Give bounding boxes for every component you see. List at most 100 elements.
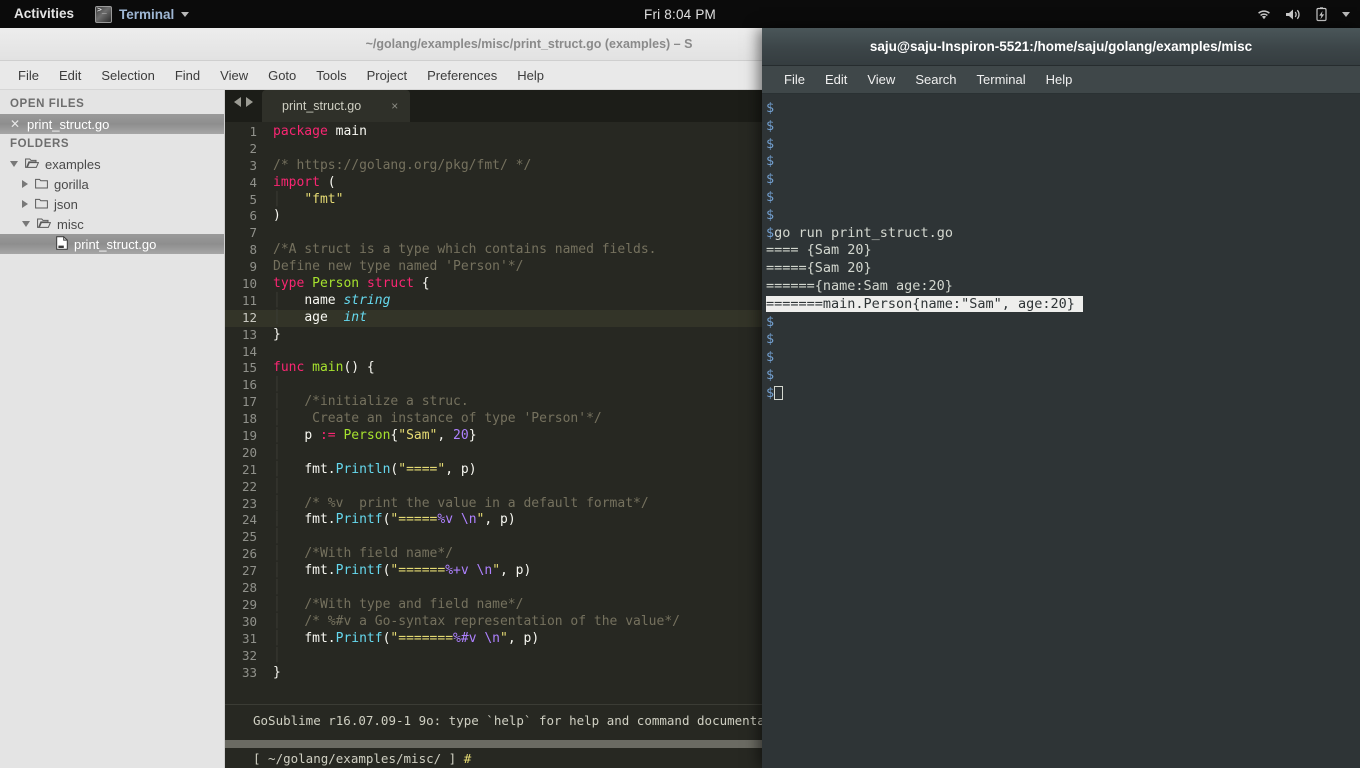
code-text: ) <box>273 208 281 224</box>
gnome-top-bar: Activities Terminal Fri 8:04 PM <box>0 0 1360 28</box>
code-text: │ /*initialize a struc. <box>273 394 469 410</box>
open-file-item[interactable]: ✕ print_struct.go <box>0 114 224 134</box>
code-text: │ /* %#v a Go-syntax representation of t… <box>273 613 680 629</box>
line-number: 4 <box>249 174 257 190</box>
terminal-line: $ <box>764 367 1360 385</box>
sidebar-folder-gorilla[interactable]: gorilla <box>0 174 224 194</box>
tab-label: print_struct.go <box>282 99 362 113</box>
terminal-prompt: $ <box>766 331 775 348</box>
chevron-left-icon[interactable] <box>234 96 241 107</box>
code-text: Define new type named 'Person'*/ <box>273 259 524 275</box>
terminal-text: ======{name:Sam age:20} <box>766 277 953 294</box>
menu-preferences[interactable]: Preferences <box>417 66 507 85</box>
line-number: 7 <box>249 225 257 241</box>
line-number: 3 <box>249 157 257 173</box>
menu-edit[interactable]: Edit <box>49 66 91 85</box>
terminal-menu-view[interactable]: View <box>857 70 905 89</box>
chevron-down-icon[interactable] <box>22 221 30 227</box>
code-text: type Person struct { <box>273 276 430 292</box>
sidebar-file-print-struct-go[interactable]: print_struct.go <box>0 234 224 254</box>
terminal-line: $ <box>764 136 1360 154</box>
terminal-window-title: saju@saju-Inspiron-5521:/home/saju/golan… <box>869 39 1253 54</box>
line-number: 33 <box>241 664 257 680</box>
terminal-menu-file[interactable]: File <box>774 70 815 89</box>
folder-label: gorilla <box>54 176 89 192</box>
menu-project[interactable]: Project <box>357 66 417 85</box>
console-prompt-path: [ ~/golang/examples/misc/ ] <box>253 751 464 766</box>
sidebar: OPEN FILES ✕ print_struct.go FOLDERS exa… <box>0 90 225 768</box>
terminal-menu-help[interactable]: Help <box>1036 70 1083 89</box>
terminal-cursor <box>774 385 784 400</box>
terminal-menu-edit[interactable]: Edit <box>815 70 857 89</box>
menu-view[interactable]: View <box>210 66 258 85</box>
open-files-header: OPEN FILES <box>10 98 85 110</box>
folder-icon <box>35 177 48 192</box>
wifi-icon <box>1256 8 1272 21</box>
chevron-right-icon[interactable] <box>246 96 253 107</box>
file-label: print_struct.go <box>74 236 157 252</box>
menu-selection[interactable]: Selection <box>91 66 164 85</box>
menu-tools[interactable]: Tools <box>306 66 356 85</box>
terminal-line: ======{name:Sam age:20} <box>764 278 1360 296</box>
code-text: │ <box>273 647 281 663</box>
close-icon[interactable]: ✕ <box>10 117 21 131</box>
sidebar-folder-json[interactable]: json <box>0 194 224 214</box>
folders-header: FOLDERS <box>10 138 70 150</box>
tab-print-struct-go[interactable]: print_struct.go × <box>262 90 411 122</box>
line-number: 10 <box>241 276 257 292</box>
code-text: │ p := Person{"Sam", 20} <box>273 428 477 444</box>
tab-scroll-arrows[interactable] <box>225 90 262 122</box>
terminal-menu-search[interactable]: Search <box>905 70 966 89</box>
line-number: 13 <box>241 326 257 342</box>
gnome-terminal-window: saju@saju-Inspiron-5521:/home/saju/golan… <box>762 28 1360 768</box>
chevron-down-icon[interactable] <box>10 161 18 167</box>
line-number: 11 <box>241 292 257 308</box>
terminal-titlebar: saju@saju-Inspiron-5521:/home/saju/golan… <box>762 28 1360 66</box>
line-number: 29 <box>241 596 257 612</box>
code-text: func main() { <box>273 360 375 376</box>
line-number: 28 <box>241 580 257 596</box>
terminal-menubar: File Edit View Search Terminal Help <box>762 66 1360 94</box>
code-text: /*A struct is a type which contains name… <box>273 242 657 258</box>
chevron-right-icon[interactable] <box>22 200 28 208</box>
terminal-line: ====={Sam 20} <box>764 260 1360 278</box>
menu-file[interactable]: File <box>8 66 49 85</box>
line-number: 32 <box>241 647 257 663</box>
sidebar-folder-misc[interactable]: misc <box>0 214 224 234</box>
code-text: │ <box>273 580 281 596</box>
terminal-selected-text: =======main.Person{name:"Sam", age:20} <box>766 295 1083 312</box>
tray-chevron-down-icon[interactable] <box>1342 11 1350 17</box>
folder-label: examples <box>45 156 101 172</box>
code-text: │ /*With type and field name*/ <box>273 596 524 612</box>
terminal-menu-terminal[interactable]: Terminal <box>967 70 1036 89</box>
terminal-line: $ <box>764 385 1360 403</box>
terminal-prompt: $ <box>766 349 775 366</box>
screen: Activities Terminal Fri 8:04 PM <box>0 0 1360 768</box>
code-text: │ "fmt" <box>273 191 344 207</box>
close-icon[interactable]: × <box>391 99 398 113</box>
menu-goto[interactable]: Goto <box>258 66 306 85</box>
line-number: 26 <box>241 546 257 562</box>
sidebar-folder-examples[interactable]: examples <box>0 154 224 174</box>
terminal-prompt: $ <box>766 206 775 223</box>
terminal-prompt: $ <box>766 384 775 401</box>
terminal-output[interactable]: $ $ $ $ $ $ $ $go run print_struct.go ==== {Sam … <box>762 94 1360 768</box>
line-number: 1 <box>249 124 257 139</box>
folder-open-icon <box>25 157 40 172</box>
code-text: } <box>273 326 281 342</box>
terminal-line: $go run print_struct.go <box>764 225 1360 243</box>
clock[interactable]: Fri 8:04 PM <box>0 7 1360 22</box>
terminal-prompt: $ <box>766 366 775 383</box>
line-number: 22 <box>241 478 257 494</box>
terminal-line: $ <box>764 118 1360 136</box>
chevron-right-icon[interactable] <box>22 180 28 188</box>
menu-help[interactable]: Help <box>507 66 554 85</box>
menu-find[interactable]: Find <box>165 66 210 85</box>
code-text: │ <box>273 377 281 393</box>
line-number: 2 <box>249 140 257 156</box>
line-number: 30 <box>241 613 257 629</box>
terminal-prompt: $ <box>766 188 775 205</box>
system-tray[interactable] <box>1256 0 1350 28</box>
